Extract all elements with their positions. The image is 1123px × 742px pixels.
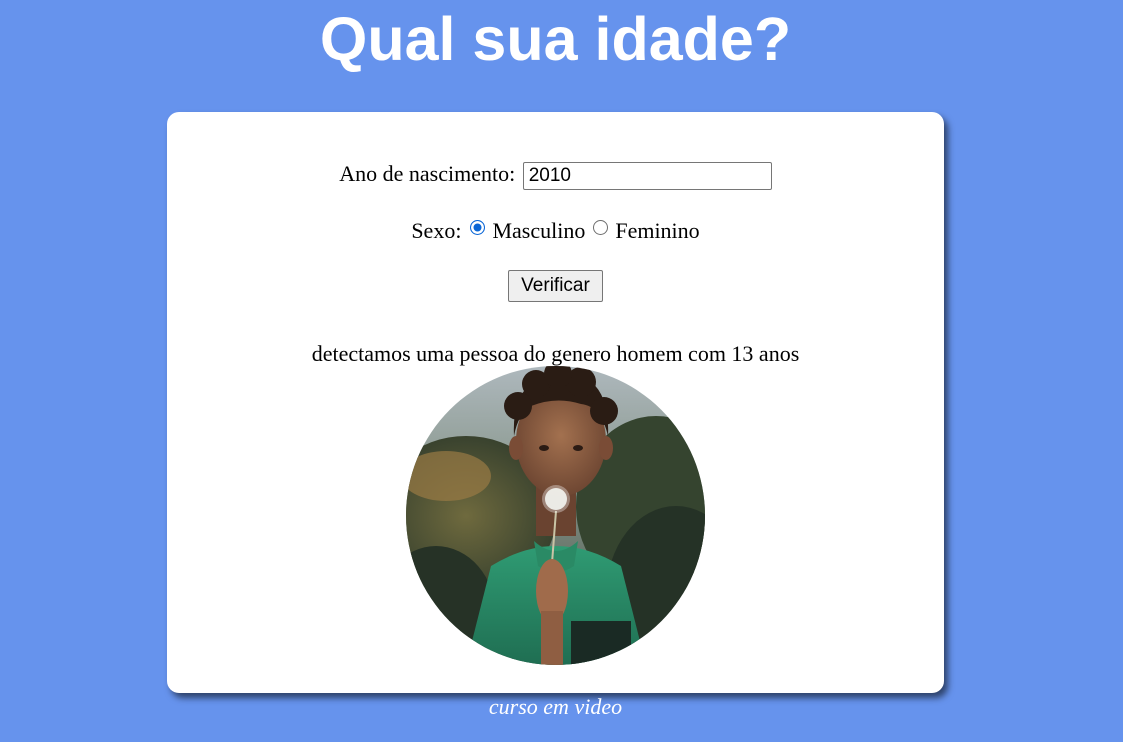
sex-row: Sexo: Masculino Feminino — [167, 216, 944, 246]
page-title: Qual sua idade? — [319, 5, 792, 73]
year-row: Ano de nascimento: — [167, 158, 944, 190]
radio-feminino-label[interactable]: Feminino — [615, 218, 699, 243]
radio-feminino[interactable] — [593, 220, 609, 235]
button-row: Verificar — [167, 267, 944, 302]
sex-label: Sexo: — [411, 218, 462, 243]
year-label: Ano de nascimento: — [339, 161, 516, 186]
result-text: detectamos uma pessoa do genero homem co… — [311, 341, 800, 366]
verify-button[interactable]: Verificar — [508, 269, 603, 302]
form-card: Ano de nascimento: Sexo: Masculino Feminin… — [167, 112, 944, 693]
year-input[interactable] — [522, 161, 772, 190]
boy-dandelion-photo-icon — [406, 366, 705, 665]
footer-credit: curso em video — [488, 694, 623, 719]
radio-masculino[interactable] — [470, 220, 486, 235]
radio-masculino-label[interactable]: Masculino — [492, 218, 585, 243]
result-photo — [406, 366, 705, 665]
